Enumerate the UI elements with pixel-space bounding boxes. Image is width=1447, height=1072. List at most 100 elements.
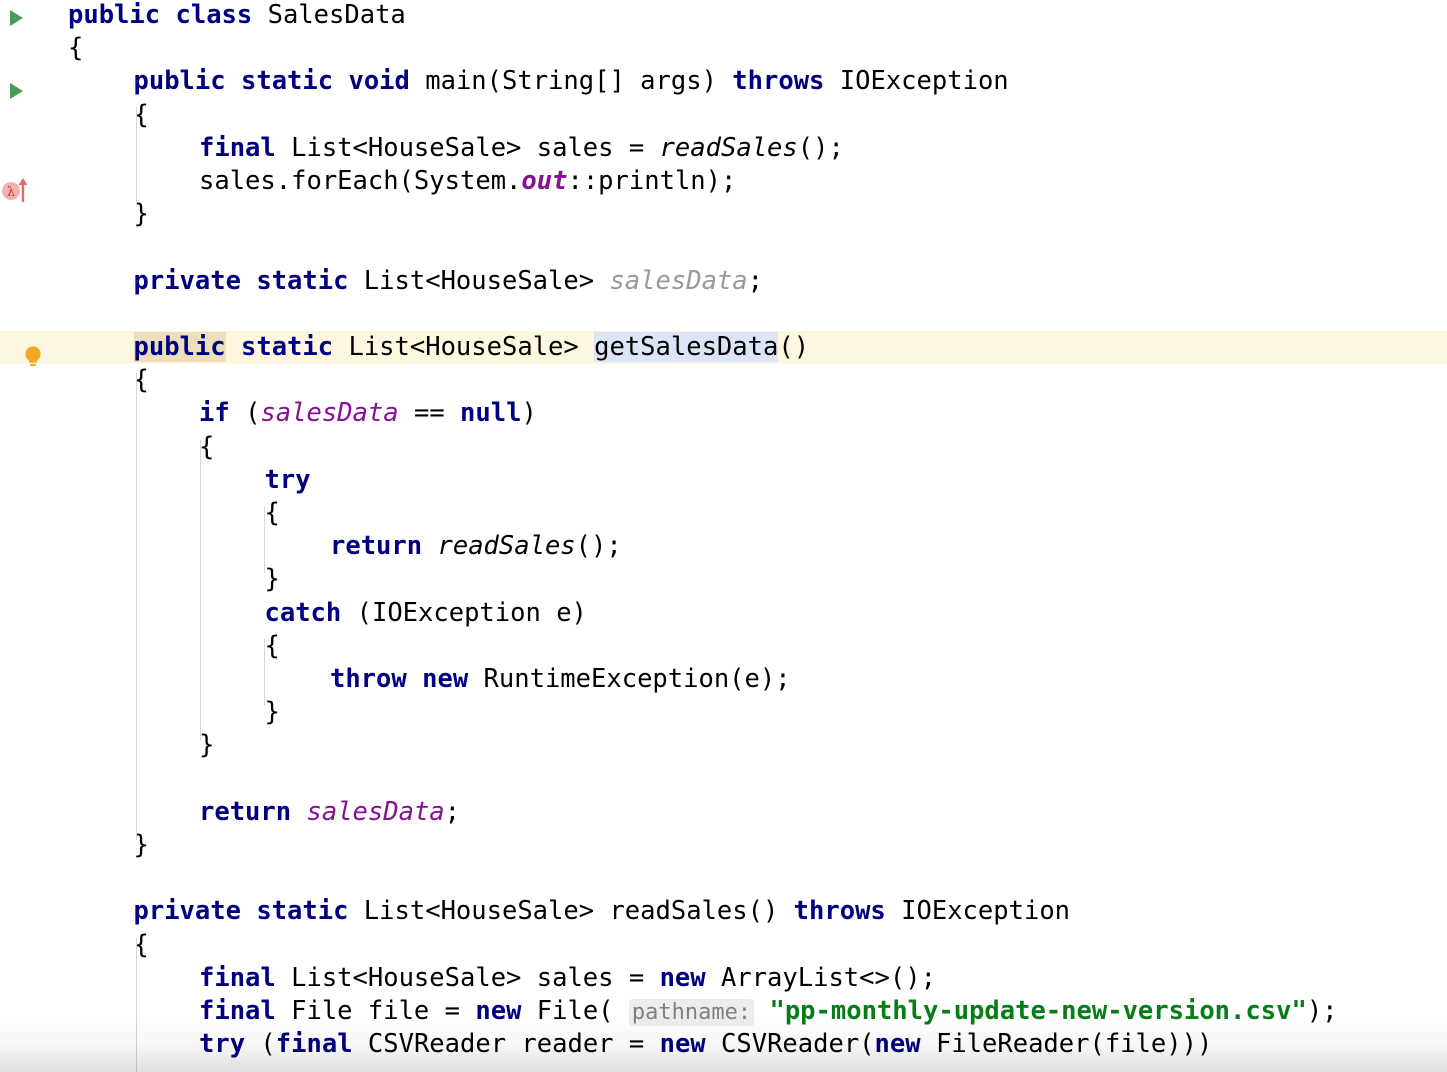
code-line[interactable]: } bbox=[0, 829, 1447, 862]
code-line[interactable] bbox=[0, 862, 1447, 895]
code-token: ) bbox=[521, 398, 537, 429]
run-method-icon[interactable] bbox=[2, 73, 36, 106]
code-line[interactable]: { bbox=[0, 99, 1447, 132]
code-line[interactable]: try bbox=[0, 464, 1447, 497]
code-line[interactable]: { bbox=[0, 431, 1447, 464]
code-token: (); bbox=[797, 132, 844, 163]
keyword-token: try bbox=[264, 464, 311, 495]
code-token: ; bbox=[444, 796, 461, 827]
lambda-marker-icon[interactable]: λ bbox=[2, 172, 36, 205]
code-line-text: private static List<HouseSale> salesData… bbox=[134, 265, 763, 298]
code-token: salesData bbox=[260, 398, 399, 429]
selected-identifier: getSalesData bbox=[594, 332, 779, 362]
code-line[interactable]: private static List<HouseSale> salesData… bbox=[0, 265, 1447, 298]
keyword-token: new bbox=[874, 1029, 921, 1060]
indent-guide bbox=[136, 373, 137, 840]
code-token: salesData bbox=[306, 796, 445, 827]
run-class-icon[interactable] bbox=[2, 0, 36, 33]
code-line[interactable]: final List<HouseSale> sales = new ArrayL… bbox=[0, 962, 1447, 995]
code-line[interactable]: final File file = new File( pathname: "p… bbox=[0, 995, 1447, 1028]
code-token: ArrayList<>(); bbox=[705, 962, 936, 993]
code-token: CSVReader reader = bbox=[352, 1029, 660, 1060]
keyword-token: null bbox=[460, 398, 522, 429]
code-line[interactable]: } bbox=[0, 729, 1447, 762]
code-token: == bbox=[398, 398, 461, 429]
code-token: () bbox=[778, 332, 810, 362]
code-line-text: catch (IOException e) bbox=[265, 597, 587, 630]
code-token: CSVReader( bbox=[705, 1029, 875, 1060]
indent-guide bbox=[264, 639, 265, 706]
code-line-text: { bbox=[68, 32, 83, 65]
code-token: (IOException e) bbox=[341, 597, 587, 628]
indent-guide bbox=[200, 440, 201, 740]
code-token: out bbox=[521, 166, 568, 196]
code-token: ; bbox=[747, 265, 763, 296]
code-line[interactable]: return salesData; bbox=[0, 796, 1447, 829]
keyword-token: static bbox=[240, 66, 334, 97]
code-token: List<HouseSale> sales = bbox=[275, 962, 660, 993]
code-line-text: return readSales(); bbox=[330, 530, 622, 563]
code-line-text: try bbox=[265, 464, 311, 497]
code-line[interactable]: { bbox=[0, 364, 1447, 397]
code-line-text: final File file = new File( pathname: "p… bbox=[199, 995, 1338, 1029]
code-line[interactable]: { bbox=[0, 32, 1447, 65]
code-token: ( bbox=[229, 398, 261, 429]
code-token: List<HouseSale> bbox=[348, 265, 610, 296]
code-line[interactable]: public static List<HouseSale> getSalesDa… bbox=[0, 331, 1447, 365]
code-line[interactable] bbox=[0, 231, 1447, 264]
code-line[interactable]: return readSales(); bbox=[0, 530, 1447, 563]
code-line[interactable]: catch (IOException e) bbox=[0, 597, 1447, 630]
code-line-text: public static void main(String[] args) t… bbox=[134, 65, 1009, 98]
code-line[interactable]: try (final CSVReader reader = new CSVRea… bbox=[0, 1028, 1447, 1061]
code-line[interactable] bbox=[0, 763, 1447, 796]
code-token: FileReader(file))) bbox=[920, 1029, 1213, 1060]
code-line[interactable]: { bbox=[0, 929, 1447, 962]
keyword-token: return bbox=[199, 796, 292, 827]
code-line[interactable]: throw new RuntimeException(e); bbox=[0, 663, 1447, 696]
code-line[interactable]: private static List<HouseSale> readSales… bbox=[0, 895, 1447, 928]
code-token: IOException bbox=[824, 66, 1009, 97]
indent-guide bbox=[136, 107, 137, 207]
code-token: { bbox=[199, 431, 215, 462]
code-token: List<HouseSale> sales = bbox=[275, 132, 660, 163]
code-line[interactable]: } bbox=[0, 198, 1447, 231]
keyword-token: new bbox=[422, 664, 469, 694]
svg-text:λ: λ bbox=[7, 185, 15, 200]
parameter-hint: pathname: bbox=[628, 999, 755, 1026]
indent-guide bbox=[264, 506, 265, 573]
code-token: readSales bbox=[437, 531, 576, 562]
code-line-text: final List<HouseSale> sales = new ArrayL… bbox=[199, 962, 936, 995]
code-line[interactable]: } bbox=[0, 563, 1447, 596]
code-line[interactable]: { bbox=[0, 630, 1447, 663]
keyword-token: throw bbox=[330, 664, 407, 694]
code-token: { bbox=[68, 33, 84, 64]
code-line[interactable]: public static void main(String[] args) t… bbox=[0, 65, 1447, 98]
code-editor[interactable]: λ public class SalesData{public static v… bbox=[0, 0, 1447, 1072]
code-line[interactable]: if (salesData == null) bbox=[0, 397, 1447, 430]
code-token: List<HouseSale> bbox=[333, 332, 595, 362]
code-line[interactable] bbox=[0, 298, 1447, 331]
code-line[interactable]: final List<HouseSale> sales = readSales(… bbox=[0, 132, 1447, 165]
code-line[interactable]: { bbox=[0, 497, 1447, 530]
keyword-token: private bbox=[133, 265, 241, 296]
code-line[interactable]: sales.forEach(System.out::println); bbox=[0, 165, 1447, 198]
code-token: } bbox=[264, 564, 280, 595]
code-line[interactable]: } bbox=[0, 696, 1447, 729]
code-token: } bbox=[264, 697, 280, 728]
highlighted-keyword: public bbox=[133, 332, 226, 362]
keyword-token: public bbox=[68, 0, 161, 30]
keyword-token: catch bbox=[264, 597, 342, 628]
code-token: (); bbox=[575, 531, 622, 562]
code-token: IOException bbox=[885, 896, 1071, 927]
code-token: readSales bbox=[659, 132, 798, 163]
keyword-token: static bbox=[256, 265, 349, 296]
code-line[interactable]: public class SalesData bbox=[0, 0, 1447, 32]
intention-bulb-icon[interactable] bbox=[2, 338, 41, 371]
code-line-text: { bbox=[265, 497, 280, 530]
